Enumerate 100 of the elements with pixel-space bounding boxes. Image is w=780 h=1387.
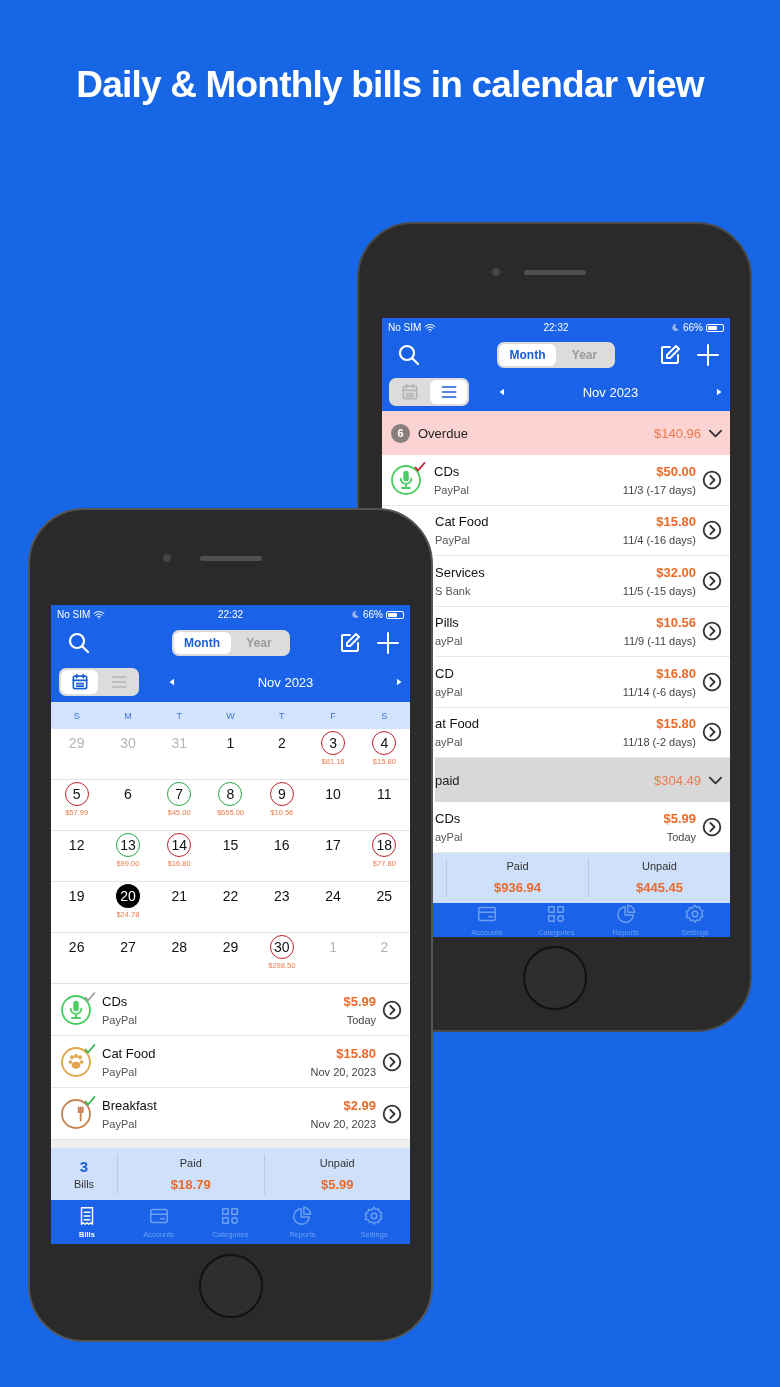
chevron-circle-icon: [702, 671, 722, 692]
speaker-grille: [199, 556, 262, 561]
segment-tab[interactable]: Month: [499, 344, 556, 366]
bill-name: Cat Food: [435, 514, 489, 530]
day-number[interactable]: 25: [372, 884, 397, 908]
summary-label: Unpaid: [319, 1156, 355, 1169]
left-triangle-icon[interactable]: [497, 387, 507, 397]
day-number[interactable]: 27: [115, 935, 140, 959]
bill-due: Today: [666, 830, 696, 843]
chevron-circle-icon: [702, 621, 722, 642]
bill-due: 11/9 (-11 days): [623, 635, 696, 648]
day-number[interactable]: 1: [218, 731, 243, 755]
bill-account: PayPal: [434, 483, 469, 496]
view-toggle-button[interactable]: [430, 380, 467, 404]
day-number[interactable]: 12: [64, 833, 89, 857]
moon-fork-icon: [60, 1097, 92, 1130]
bill-amount: $2.99: [343, 1097, 376, 1113]
microphone-icon: [60, 993, 92, 1026]
wifi-icon: [424, 321, 437, 334]
carrier-label: No SIM: [388, 322, 422, 333]
day-number[interactable]: 17: [321, 833, 346, 857]
chevron-circle-icon: [702, 520, 722, 541]
bill-name: Services: [435, 564, 485, 580]
day-number[interactable]: 20: [115, 884, 140, 908]
weekday-label: S: [380, 710, 389, 721]
status-time: 22:32: [543, 322, 569, 333]
day-number[interactable]: 21: [167, 884, 192, 908]
weekday-label: T: [278, 710, 286, 721]
day-number[interactable]: 6: [115, 782, 140, 806]
bill-amount: $15.80: [656, 716, 696, 732]
day-number[interactable]: 2: [269, 731, 294, 755]
bill-due: 11/18 (-2 days): [622, 736, 696, 749]
day-number[interactable]: 24: [321, 884, 346, 908]
day-number[interactable]: 15: [218, 833, 243, 857]
bill-due: 11/3 (-17 days): [622, 483, 696, 496]
bill-due: Nov 20, 2023: [310, 1065, 376, 1078]
add-icon[interactable]: [696, 343, 720, 367]
bill-due: 11/4 (-16 days): [622, 534, 696, 547]
edit-icon[interactable]: [338, 631, 362, 655]
bill-account: PayPal: [102, 1013, 137, 1026]
bill-account: ayPal: [435, 685, 463, 698]
day-number[interactable]: 11: [372, 782, 397, 806]
day-number[interactable]: 26: [64, 935, 89, 959]
battery-label: 66%: [683, 322, 703, 333]
group-title: paid: [435, 772, 460, 788]
bill-amount: $15.80: [336, 1045, 376, 1061]
group-title: Overdue: [418, 425, 468, 441]
bill-amount: $10.56: [656, 615, 696, 631]
summary-value: $936.94: [494, 880, 541, 895]
day-number[interactable]: 22: [218, 884, 243, 908]
view-toggle-button[interactable]: [61, 670, 98, 694]
day-number[interactable]: 29: [218, 935, 243, 959]
day-number[interactable]: 16: [269, 833, 294, 857]
search-icon[interactable]: [397, 343, 421, 367]
bill-name: CD: [435, 665, 455, 681]
group-header[interactable]: paid $304.49: [435, 758, 730, 802]
bill-name: CDs: [102, 993, 129, 1009]
microphone-icon: [390, 463, 422, 496]
chevron-circle-icon: [382, 1051, 402, 1072]
bill-due: 11/5 (-15 days): [622, 584, 696, 597]
bill-amount: $16.80: [656, 665, 696, 681]
bill-account: PayPal: [102, 1117, 138, 1130]
moon-icon: [351, 610, 360, 619]
bill-due: 11/14 (-6 days): [622, 685, 696, 698]
bill-amount: $5.99: [663, 810, 696, 826]
camera-lens: [163, 554, 171, 562]
bill-name: CDs: [435, 810, 462, 826]
right-triangle-icon[interactable]: [714, 387, 724, 397]
speaker-grille: [523, 270, 586, 275]
weekday-label: S: [72, 710, 81, 721]
bill-amount: $50.00: [656, 463, 696, 479]
chevron-circle-icon: [382, 1103, 402, 1124]
left-triangle-icon[interactable]: [167, 677, 177, 687]
right-triangle-icon[interactable]: [394, 677, 404, 687]
moon-icon: [671, 323, 680, 332]
camera-lens: [492, 268, 500, 276]
search-icon[interactable]: [67, 631, 91, 655]
edit-icon[interactable]: [658, 343, 682, 367]
bill-account: ayPal: [435, 635, 463, 648]
summary-value: $18.79: [170, 1176, 211, 1192]
bill-due: Today: [346, 1013, 376, 1026]
day-number[interactable]: 23: [269, 884, 294, 908]
bill-count: 3: [79, 1158, 89, 1175]
chevron-circle-icon: [702, 722, 722, 743]
group-header[interactable]: 6 Overdue $140.96: [382, 411, 730, 455]
add-icon[interactable]: [376, 631, 400, 655]
segment-tab[interactable]: Month: [173, 632, 231, 654]
bill-account: ayPal: [435, 736, 464, 749]
bill-account: S Bank: [435, 584, 472, 597]
bill-amount: $5.99: [343, 993, 376, 1009]
month-label: Nov 2023: [257, 674, 314, 690]
day-number[interactable]: 10: [321, 782, 346, 806]
group-total: $140.96: [654, 425, 701, 441]
count-badge: 6: [391, 423, 410, 443]
bill-name: at Food: [435, 716, 480, 732]
day-number[interactable]: 19: [64, 884, 89, 908]
battery-label: 66%: [363, 609, 383, 620]
day-number[interactable]: 28: [167, 935, 192, 959]
weekday-label: F: [329, 710, 337, 721]
bill-amount: $15.80: [656, 514, 696, 530]
